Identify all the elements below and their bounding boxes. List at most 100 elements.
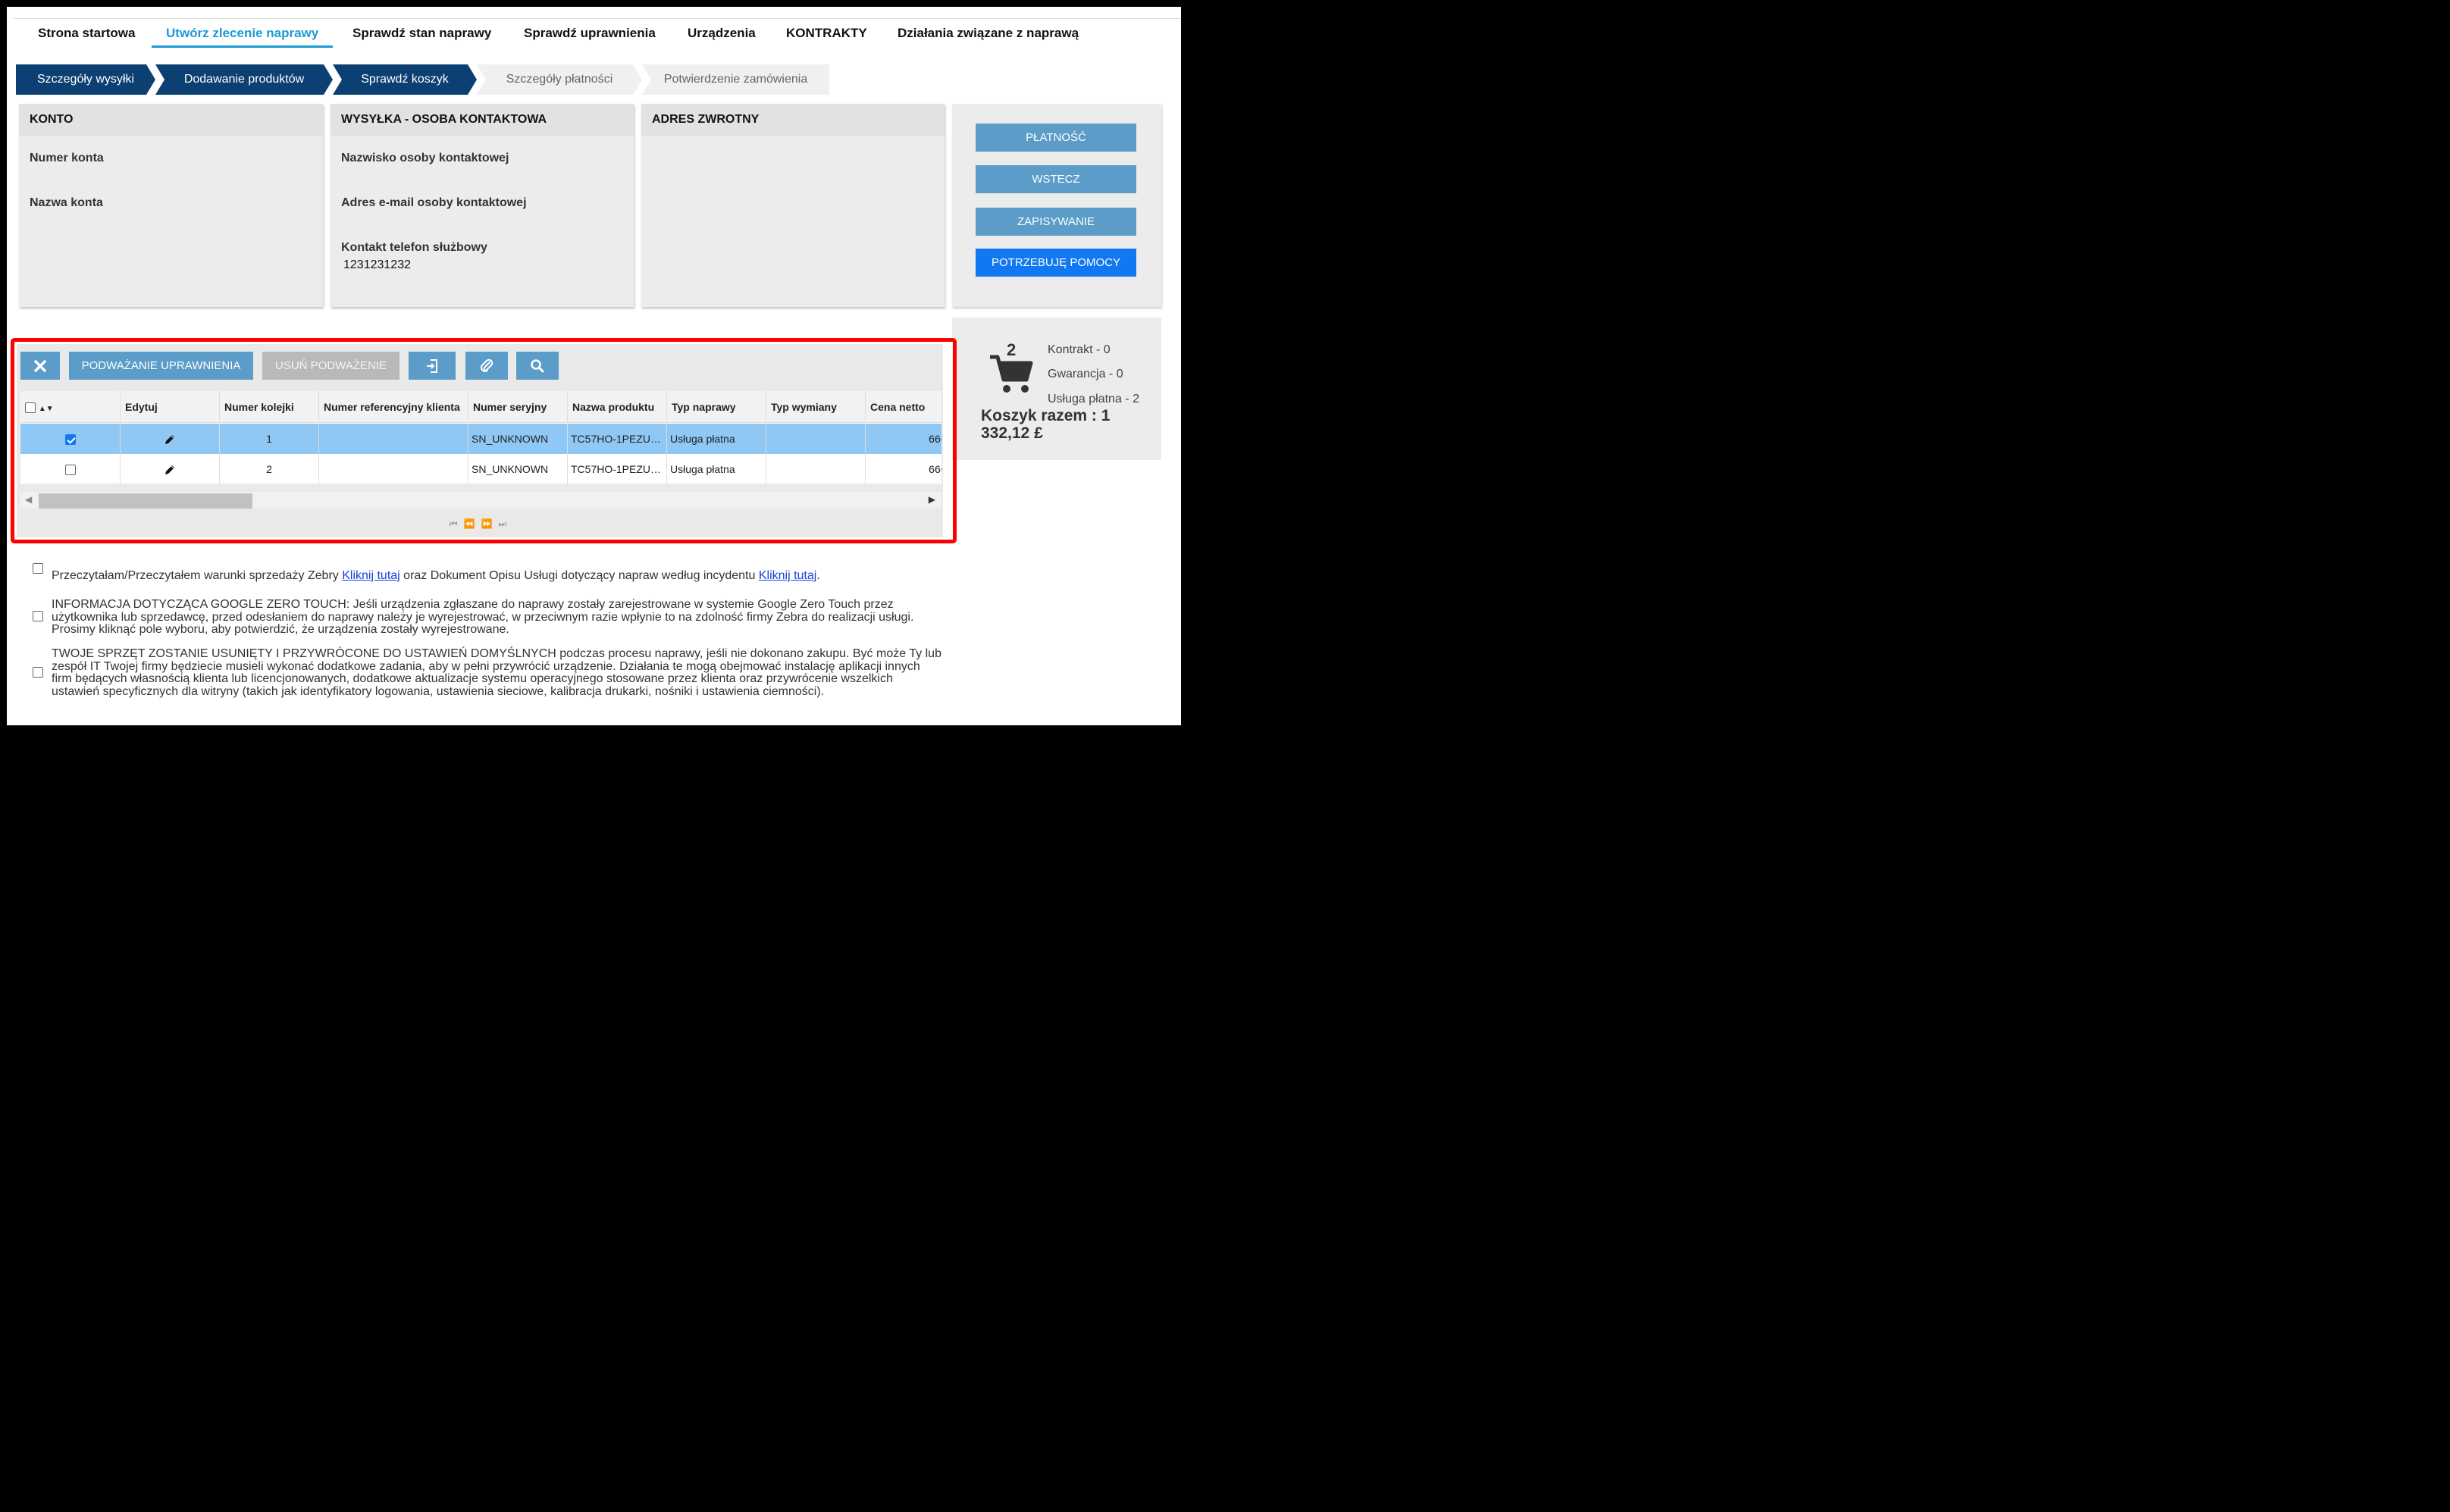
- queue-number-cell: 2: [220, 454, 319, 484]
- save-button[interactable]: ZAPISYWANIE: [976, 208, 1136, 236]
- horizontal-scrollbar[interactable]: ◀ ▶: [20, 492, 941, 509]
- step-add-products[interactable]: Dodawanie produktów: [155, 64, 333, 95]
- remove-challenge-button: USUŃ PODWAŻENIE: [262, 352, 399, 380]
- export-icon: [427, 359, 437, 374]
- exchange-type-cell: [766, 454, 866, 484]
- product-name-cell: TC57HO-1PEZU4P-A6: [568, 424, 667, 454]
- delete-button[interactable]: [20, 352, 60, 380]
- repair-type-cell: Usługa płatna: [667, 454, 766, 484]
- nav-contracts[interactable]: KONTRAKTY: [786, 23, 867, 48]
- cart-summary: 2 Kontrakt - 0 Gwarancja - 0 Usługa płat…: [952, 318, 1161, 460]
- page: Strona startowa Utwórz zlecenie naprawy …: [7, 7, 1181, 725]
- table-row[interactable]: 1 SN_UNKNOWN TC57HO-1PEZU4P-A6 Usługa pł…: [20, 424, 941, 454]
- attach-button[interactable]: [465, 352, 508, 380]
- header-repair-type[interactable]: Typ naprawy: [667, 391, 766, 423]
- select-all-checkbox[interactable]: [25, 402, 36, 414]
- google-zero-touch-text: INFORMACJA DOTYCZĄCA GOOGLE ZERO TOUCH: …: [52, 598, 914, 636]
- google-zero-touch-checkbox[interactable]: [33, 611, 43, 621]
- shipping-contact-panel: WYSYŁKA - OSOBA KONTAKTOWA Nazwisko osob…: [331, 104, 634, 307]
- back-button[interactable]: WSTECZ: [976, 165, 1136, 193]
- select-all-header[interactable]: ▲▼: [20, 391, 121, 423]
- table-row[interactable]: 2 SN_UNKNOWN TC57HO-1PEZU4P-A6 Usługa pł…: [20, 454, 941, 484]
- main-nav: Strona startowa Utwórz zlecenie naprawy …: [7, 23, 1174, 54]
- device-reset-checkbox[interactable]: [33, 667, 43, 678]
- terms-text-c: .: [816, 569, 820, 582]
- terms-checkbox[interactable]: [33, 563, 43, 574]
- export-button[interactable]: [409, 352, 456, 380]
- nav-entitlements[interactable]: Sprawdź uprawnienia: [524, 23, 656, 48]
- serial-number-cell: SN_UNKNOWN: [468, 454, 568, 484]
- pencil-icon[interactable]: [163, 463, 177, 477]
- cart-total: Koszyk razem : 1 332,12 £: [981, 407, 1111, 442]
- step-check-cart[interactable]: Sprawdź koszyk: [333, 64, 477, 95]
- terms-text-a: Przeczytałam/Przeczytałem warunki sprzed…: [52, 569, 343, 582]
- scroll-right-icon[interactable]: ▶: [929, 494, 935, 505]
- account-number-label: Numer konta: [30, 152, 104, 164]
- search-icon: [531, 359, 544, 373]
- shipping-panel-title: WYSYŁKA - OSOBA KONTAKTOWA: [331, 104, 634, 136]
- sort-icon[interactable]: ▲▼: [39, 405, 54, 413]
- row-checkbox[interactable]: [64, 465, 76, 476]
- cart-table: ▲▼ Edytuj Numer kolejki Numer referencyj…: [20, 391, 941, 484]
- cart-paid-count: Usługa płatna - 2: [1048, 393, 1139, 405]
- close-icon: [34, 360, 46, 372]
- pencil-icon[interactable]: [163, 433, 177, 446]
- terms-link[interactable]: Kliknij tutaj: [342, 569, 399, 582]
- last-page-icon[interactable]: ⏭: [498, 518, 512, 529]
- header-net-price[interactable]: Cena netto: [866, 391, 941, 423]
- account-panel: KONTO Numer konta Nazwa konta: [19, 104, 323, 307]
- terms-text-b: oraz Dokument Opisu Usługi dotyczący nap…: [399, 569, 759, 582]
- nav-create-repair[interactable]: Utwórz zlecenie naprawy: [152, 23, 334, 48]
- search-button[interactable]: [516, 352, 559, 380]
- step-shipping-details[interactable]: Szczegóły wysyłki: [16, 64, 155, 95]
- actions-panel: PŁATNOŚĆ WSTECZ ZAPISYWANIE POTRZEBUJĘ P…: [952, 104, 1161, 307]
- customer-ref-cell: [319, 424, 468, 454]
- contact-email-label: Adres e-mail osoby kontaktowej: [341, 196, 527, 209]
- cart-icon: [990, 355, 1033, 393]
- top-divider: [14, 18, 1181, 19]
- row-select-cell[interactable]: [20, 454, 121, 484]
- nav-repair-status[interactable]: Sprawdź stan naprawy: [352, 23, 491, 48]
- customer-ref-cell: [319, 454, 468, 484]
- return-address-panel: ADRES ZWROTNY: [641, 104, 945, 307]
- service-doc-link[interactable]: Kliknij tutaj: [759, 569, 816, 582]
- account-panel-title: KONTO: [19, 104, 323, 136]
- contact-phone-label: Kontakt telefon służbowy: [341, 241, 487, 254]
- prev-page-icon[interactable]: ⏪: [464, 518, 481, 529]
- first-page-icon[interactable]: ⏮: [450, 518, 464, 529]
- cart-warranty-count: Gwarancja - 0: [1048, 368, 1123, 380]
- net-price-cell: 666,06: [866, 454, 941, 484]
- cart-contract-count: Kontrakt - 0: [1048, 343, 1111, 356]
- challenge-entitlement-button[interactable]: PODWAŻANIE UPRAWNIENIA: [69, 352, 253, 380]
- repair-type-cell: Usługa płatna: [667, 424, 766, 454]
- paperclip-icon: [481, 358, 493, 373]
- step-payment-details: Szczegóły płatności: [477, 64, 642, 95]
- exchange-type-cell: [766, 424, 866, 454]
- edit-cell[interactable]: [121, 424, 220, 454]
- header-exchange-type[interactable]: Typ wymiany: [766, 391, 866, 423]
- queue-number-cell: 1: [220, 424, 319, 454]
- scrollbar-thumb[interactable]: [39, 493, 252, 509]
- row-select-cell[interactable]: [20, 424, 121, 454]
- nav-home[interactable]: Strona startowa: [38, 23, 135, 48]
- nav-devices[interactable]: Urządzenia: [688, 23, 756, 48]
- header-queue-number[interactable]: Numer kolejki: [220, 391, 319, 423]
- payment-button[interactable]: PŁATNOŚĆ: [976, 124, 1136, 152]
- pager: ⏮⏪⏩⏭: [20, 512, 941, 535]
- header-customer-ref[interactable]: Numer referencyjny klienta: [319, 391, 468, 423]
- header-serial-number[interactable]: Numer seryjny: [468, 391, 568, 423]
- step-order-confirmation: Potwierdzenie zamówienia: [642, 64, 829, 95]
- device-reset-text: TWOJE SPRZĘT ZOSTANIE USUNIĘTY I PRZYWRÓ…: [52, 647, 941, 698]
- need-help-button[interactable]: POTRZEBUJĘ POMOCY: [976, 249, 1136, 277]
- header-edit[interactable]: Edytuj: [121, 391, 220, 423]
- terms-text: Przeczytałam/Przeczytałem warunki sprzed…: [52, 569, 938, 583]
- row-checkbox[interactable]: [64, 434, 76, 446]
- edit-cell[interactable]: [121, 454, 220, 484]
- next-page-icon[interactable]: ⏩: [481, 518, 499, 529]
- product-name-cell: TC57HO-1PEZU4P-A6: [568, 454, 667, 484]
- account-name-label: Nazwa konta: [30, 196, 103, 209]
- header-product-name[interactable]: Nazwa produktu: [568, 391, 667, 423]
- return-panel-title: ADRES ZWROTNY: [641, 104, 945, 136]
- nav-repair-actions[interactable]: Działania związane z naprawą: [898, 23, 1079, 48]
- scroll-left-icon[interactable]: ◀: [25, 494, 32, 505]
